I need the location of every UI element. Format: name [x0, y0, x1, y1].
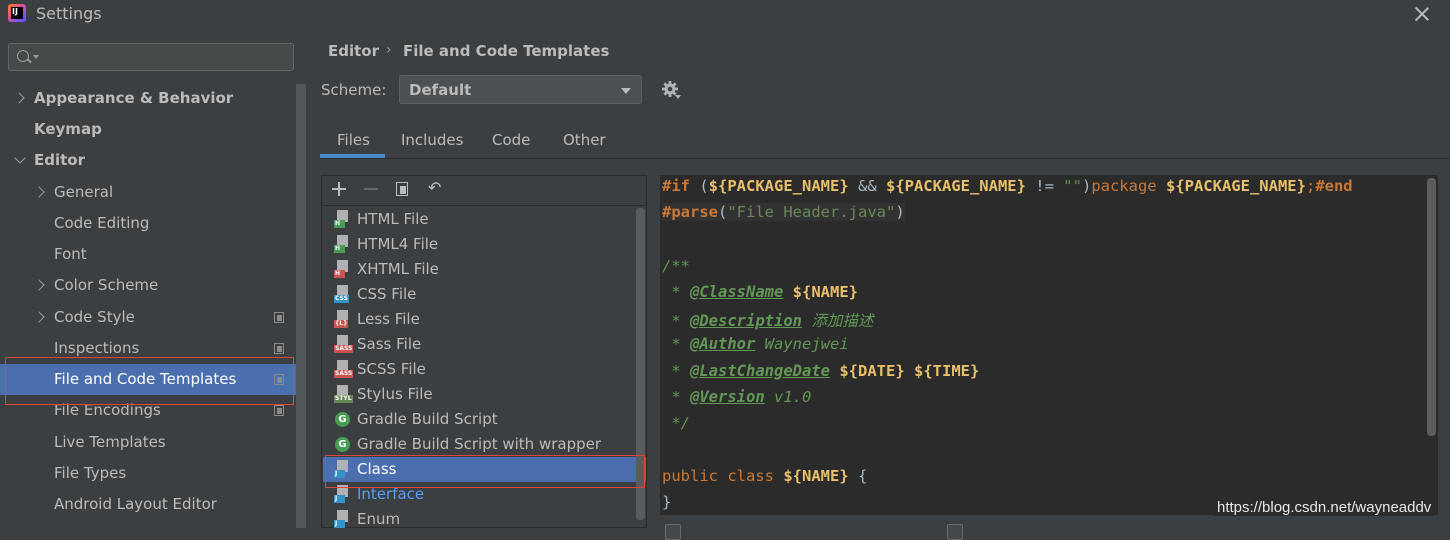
- code-line: public class ${NAME} {: [662, 467, 868, 485]
- option-checkbox[interactable]: [947, 524, 963, 540]
- breadcrumb-separator: ›: [386, 42, 392, 58]
- chevron-right-icon[interactable]: [13, 92, 25, 104]
- search-history-dropdown-icon[interactable]: [33, 55, 39, 59]
- sidebar-item-appearance-behavior[interactable]: Appearance & Behavior: [0, 83, 296, 114]
- sidebar-item-live-templates[interactable]: Live Templates: [0, 427, 296, 458]
- code-line: #if (${PACKAGE_NAME} && ${PACKAGE_NAME} …: [662, 177, 1353, 195]
- code-line: * @ClassName ${NAME}: [662, 283, 858, 301]
- sidebar-item-keymap[interactable]: Keymap: [0, 114, 296, 145]
- code-line: * @Description 添加描述: [662, 312, 874, 330]
- option-checkbox[interactable]: [665, 524, 681, 540]
- sidebar-item-code-style[interactable]: Code Style: [0, 302, 296, 333]
- css-file-icon: CSS: [334, 285, 350, 303]
- list-item[interactable]: H XHTML File: [323, 257, 646, 282]
- page-title: File and Code Templates: [403, 42, 610, 60]
- list-scrollbar[interactable]: [636, 208, 645, 520]
- list-item[interactable]: J Interface: [323, 482, 646, 507]
- code-line: * @Author Waynejwei: [662, 335, 849, 353]
- sidebar-item-file-types[interactable]: File Types: [0, 458, 296, 489]
- code-line: /**: [662, 257, 690, 275]
- copy-template-icon[interactable]: [396, 182, 408, 196]
- code-line: #parse("File Header.java"): [662, 203, 905, 221]
- title-bar: IJ Settings: [0, 0, 1450, 28]
- sidebar-item-general[interactable]: General: [0, 177, 296, 208]
- sidebar-item-code-editing[interactable]: Code Editing: [0, 208, 296, 239]
- settings-sidebar: Appearance & Behavior Keymap Editor Gene…: [0, 28, 307, 528]
- list-item[interactable]: H HTML4 File: [323, 232, 646, 257]
- tab-includes[interactable]: Includes: [401, 131, 463, 149]
- intellij-app-icon: IJ: [8, 4, 26, 22]
- scss-file-icon: SASS: [334, 360, 354, 378]
- list-item[interactable]: H HTML File: [323, 207, 646, 232]
- watermark-text: https://blog.csdn.net/wayneaddv: [1213, 499, 1436, 516]
- project-level-icon: [274, 343, 284, 354]
- sidebar-item-inspections[interactable]: Inspections: [0, 333, 296, 364]
- project-level-icon: [274, 312, 284, 323]
- breadcrumb-root[interactable]: Editor: [328, 42, 379, 60]
- sidebar-scrollbar[interactable]: [296, 84, 306, 528]
- editor-scrollbar[interactable]: [1427, 178, 1436, 436]
- sidebar-item-file-and-code-templates[interactable]: File and Code Templates: [0, 364, 296, 395]
- code-line: }: [662, 493, 672, 511]
- list-item[interactable]: CSS CSS File: [323, 282, 646, 307]
- sidebar-item-color-scheme[interactable]: Color Scheme: [0, 270, 296, 301]
- gradle-icon: G: [334, 410, 350, 428]
- chevron-down-icon: [621, 88, 631, 94]
- sidebar-item-editor[interactable]: Editor: [0, 145, 296, 176]
- tab-other[interactable]: Other: [563, 131, 606, 149]
- chevron-right-icon[interactable]: [33, 186, 45, 198]
- close-icon[interactable]: [1410, 2, 1434, 26]
- window-title: Settings: [36, 4, 102, 23]
- reset-icon[interactable]: ↶: [428, 180, 444, 196]
- html-file-icon: H: [334, 235, 350, 253]
- list-item[interactable]: {L} Less File: [323, 307, 646, 332]
- chevron-right-icon[interactable]: [33, 279, 45, 291]
- list-item[interactable]: SASS Sass File: [323, 332, 646, 357]
- search-icon: [17, 50, 29, 62]
- template-list-panel: ↶ H HTML File H HTML4 File H XHTML File …: [321, 175, 647, 528]
- java-class-icon: J: [334, 460, 350, 478]
- list-item[interactable]: J Enum: [323, 507, 646, 532]
- sidebar-item-file-encodings[interactable]: File Encodings: [0, 395, 296, 426]
- chevron-down-icon[interactable]: [14, 152, 26, 164]
- list-item[interactable]: SASS SCSS File: [323, 357, 646, 382]
- search-input[interactable]: [8, 43, 294, 71]
- code-line: */: [662, 414, 690, 432]
- sidebar-item-android-layout-editor[interactable]: Android Layout Editor: [0, 489, 296, 520]
- java-interface-icon: J: [334, 485, 350, 503]
- chevron-right-icon[interactable]: [33, 311, 45, 323]
- list-item[interactable]: G Gradle Build Script: [323, 407, 646, 432]
- code-line: * @LastChangeDate ${DATE} ${TIME}: [662, 362, 980, 380]
- sass-file-icon: SASS: [334, 335, 354, 353]
- tab-code[interactable]: Code: [492, 131, 530, 149]
- list-item[interactable]: G Gradle Build Script with wrapper: [323, 432, 646, 457]
- project-level-icon: [274, 374, 284, 385]
- options-strip: [660, 515, 1438, 528]
- add-icon[interactable]: [332, 182, 346, 196]
- less-file-icon: {L}: [334, 310, 350, 328]
- stylus-file-icon: STYL: [334, 385, 353, 403]
- remove-icon[interactable]: [364, 188, 378, 190]
- gradle-icon: G: [334, 435, 350, 453]
- java-enum-icon: J: [334, 510, 350, 528]
- scheme-select[interactable]: Default: [399, 75, 642, 104]
- html-file-icon: H: [334, 210, 350, 228]
- xhtml-file-icon: H: [334, 260, 350, 278]
- list-toolbar: ↶: [322, 176, 646, 206]
- project-level-icon: [274, 405, 284, 416]
- list-item-selected[interactable]: J Class: [323, 457, 646, 482]
- code-line: * @Version v1.0: [662, 388, 812, 406]
- tab-files[interactable]: Files: [337, 131, 370, 149]
- scheme-value: Default: [409, 81, 472, 99]
- gear-icon[interactable]: [661, 80, 681, 100]
- scheme-label: Scheme:: [321, 81, 387, 99]
- list-item[interactable]: STYL Stylus File: [323, 382, 646, 407]
- template-code-editor[interactable]: #if (${PACKAGE_NAME} && ${PACKAGE_NAME} …: [660, 175, 1438, 515]
- sidebar-item-font[interactable]: Font: [0, 239, 296, 270]
- tabs-divider: [320, 158, 1450, 159]
